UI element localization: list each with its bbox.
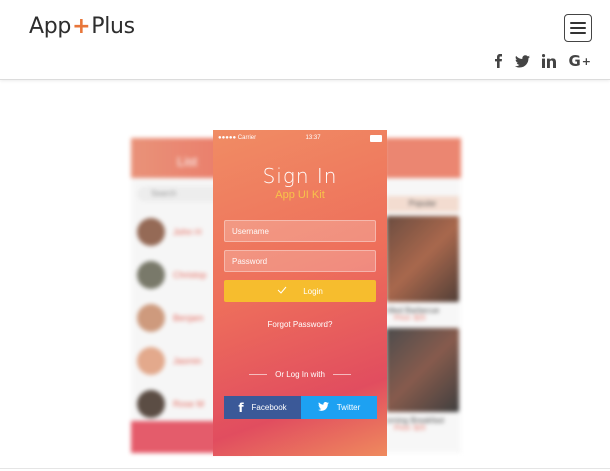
food-topbar xyxy=(384,138,461,178)
logo-plus-text: + xyxy=(72,14,91,39)
twitter-icon[interactable] xyxy=(515,54,531,68)
tab-popular: Popular xyxy=(386,196,459,212)
contact-name: Benjam xyxy=(173,312,204,323)
signin-title: Sign In xyxy=(262,164,338,188)
menu-bar-icon xyxy=(570,27,586,29)
linkedin-icon[interactable] xyxy=(542,54,557,68)
social-links: G + xyxy=(494,52,591,70)
username-field[interactable] xyxy=(224,220,376,242)
menu-button[interactable] xyxy=(564,14,592,42)
site-header: App+Plus G + xyxy=(0,0,610,80)
facebook-login-button[interactable]: f Facebook xyxy=(224,396,301,419)
food-caption: rilled Barbecue xyxy=(386,306,440,315)
facebook-label: Facebook xyxy=(251,403,287,412)
food-image xyxy=(386,328,459,412)
avatar xyxy=(137,346,165,375)
carrier-text: ●●●●● Carrier xyxy=(218,135,257,141)
logo-suffix-text: Plus xyxy=(91,14,135,39)
signin-phone-mockup: ●●●●● Carrier 13:37 Sign In App UI Kit L… xyxy=(213,130,387,456)
time-text: 13:37 xyxy=(305,135,321,141)
contact-name: Rose M xyxy=(173,398,205,409)
or-login-divider: Or Log In with xyxy=(213,370,387,379)
facebook-icon[interactable] xyxy=(494,54,503,68)
food-image xyxy=(386,216,459,302)
avatar xyxy=(137,260,165,289)
login-button[interactable]: Login xyxy=(224,280,376,302)
menu-bar-icon xyxy=(570,32,586,34)
status-bar: ●●●●● Carrier 13:37 xyxy=(213,130,387,144)
menu-bar-icon xyxy=(570,22,586,24)
avatar xyxy=(137,217,165,246)
food-screen-preview: Popular rilled Barbecue Price: $25 ornin… xyxy=(384,138,461,453)
logo-app-text: App xyxy=(29,14,72,39)
divider-line xyxy=(332,374,351,375)
footer-divider xyxy=(0,468,610,469)
forgot-password-link[interactable]: Forgot Password? xyxy=(213,320,387,329)
battery-icon xyxy=(369,134,382,142)
avatar xyxy=(137,389,165,418)
contact-name: Jasmin xyxy=(173,355,202,366)
contact-name: John H xyxy=(173,226,202,237)
food-price: Price: $25 xyxy=(394,425,426,432)
contact-name: Christop xyxy=(173,269,207,280)
password-field[interactable] xyxy=(224,250,376,272)
food-caption: orning Breakfast xyxy=(386,416,445,425)
or-login-text: Or Log In with xyxy=(275,370,325,379)
app-logo[interactable]: App+Plus xyxy=(29,14,135,39)
google-plus-icon[interactable]: G + xyxy=(568,52,591,70)
twitter-login-button[interactable]: Twitter xyxy=(301,396,377,419)
login-label: Login xyxy=(303,286,323,296)
signin-subtitle: App UI Kit xyxy=(275,189,325,201)
facebook-icon: f xyxy=(238,400,244,415)
divider-line xyxy=(249,374,268,375)
food-price: Price: $25 xyxy=(394,315,426,322)
avatar xyxy=(137,303,165,332)
twitter-label: Twitter xyxy=(336,403,361,412)
check-icon xyxy=(277,286,287,296)
twitter-icon xyxy=(317,402,329,413)
